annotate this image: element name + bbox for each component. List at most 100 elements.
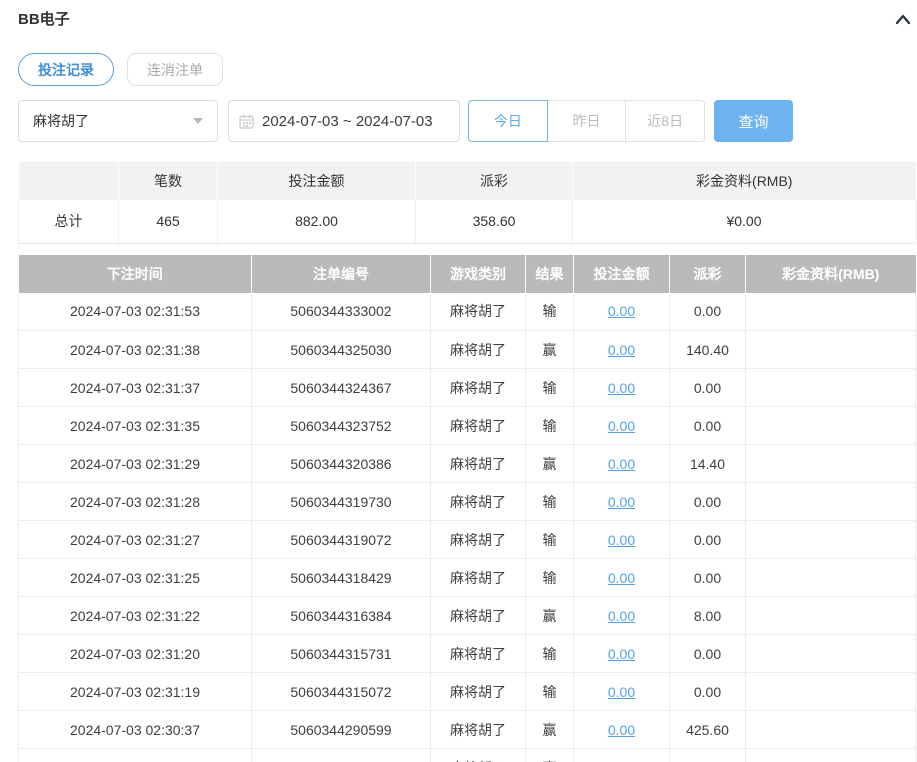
cell-payout: -0.50 — [669, 748, 746, 762]
cell-jackpot — [745, 520, 916, 559]
cell-jackpot — [745, 330, 916, 369]
cell-order-number: 5060344315731 — [251, 634, 431, 673]
cell-game-category: 麻将胡了 — [430, 482, 526, 521]
cell-bet-amount: 0.00 — [573, 330, 670, 369]
records-header-payout: 派彩 — [669, 254, 746, 293]
cell-payout: 0.00 — [669, 558, 746, 597]
cell-payout: 0.00 — [669, 520, 746, 559]
cell-bet-time: 2024-07-03 02:30:21 — [18, 748, 252, 762]
summary-header-row: 笔数 投注金额 派彩 彩金资料(RMB) — [18, 162, 916, 200]
bet-amount-link[interactable]: 0.00 — [608, 722, 635, 738]
summary-header-empty — [18, 162, 119, 200]
game-select-value: 麻将胡了 — [33, 113, 89, 129]
cell-jackpot — [745, 748, 916, 762]
table-row: 2024-07-03 02:30:21 5060344280634 麻将胡了 赢… — [18, 748, 916, 762]
cell-bet-amount: 0.00 — [573, 368, 670, 407]
summary-total-count: 465 — [118, 200, 218, 244]
search-button[interactable]: 查询 — [714, 100, 793, 142]
quick-range-yesterday[interactable]: 昨日 — [546, 100, 627, 142]
table-row: 2024-07-03 02:31:20 5060344315731 麻将胡了 输… — [18, 634, 916, 673]
cell-game-category: 麻将胡了 — [430, 444, 526, 483]
records-table: 下注时间 注单编号 游戏类别 结果 投注金额 派彩 彩金资料(RMB) 2024… — [18, 254, 916, 762]
cell-result: 输 — [525, 672, 574, 711]
cell-jackpot — [745, 368, 916, 407]
summary-total-label: 总计 — [18, 200, 119, 244]
cell-game-category: 麻将胡了 — [430, 596, 526, 635]
panel-header: BB电子 — [18, 8, 915, 29]
cell-game-category: 麻将胡了 — [430, 558, 526, 597]
cell-bet-time: 2024-07-03 02:31:35 — [18, 406, 252, 445]
tab-bet-records[interactable]: 投注记录 — [18, 53, 114, 86]
cell-payout: 425.60 — [669, 710, 746, 749]
bet-amount-link[interactable]: 0.00 — [608, 646, 635, 662]
cell-bet-time: 2024-07-03 02:31:20 — [18, 634, 252, 673]
cell-bet-amount: 0.00 — [573, 672, 670, 711]
cell-game-category: 麻将胡了 — [430, 748, 526, 762]
bet-amount-link[interactable]: 0.00 — [608, 494, 635, 510]
date-range-input[interactable]: 2024-07-03 ~ 2024-07-03 — [228, 100, 460, 142]
bet-amount-link[interactable]: 0.00 — [608, 608, 635, 624]
cell-bet-time: 2024-07-03 02:31:19 — [18, 672, 252, 711]
cell-payout: 0.00 — [669, 672, 746, 711]
cell-result: 赢 — [525, 596, 574, 635]
cell-game-category: 麻将胡了 — [430, 520, 526, 559]
game-select[interactable]: 麻将胡了 — [18, 100, 218, 142]
table-row: 2024-07-03 02:31:29 5060344320386 麻将胡了 赢… — [18, 444, 916, 483]
records-table-body: 2024-07-03 02:31:53 5060344333002 麻将胡了 输… — [18, 292, 916, 762]
cell-payout: 0.00 — [669, 634, 746, 673]
cell-game-category: 麻将胡了 — [430, 368, 526, 407]
bet-amount-link[interactable]: 0.00 — [608, 418, 635, 434]
summary-total-jackpot: ¥0.00 — [572, 200, 916, 244]
table-row: 2024-07-03 02:31:25 5060344318429 麻将胡了 输… — [18, 558, 916, 597]
bet-amount-link[interactable]: 0.00 — [608, 684, 635, 700]
records-header-time: 下注时间 — [18, 254, 252, 293]
cell-result: 赢 — [525, 748, 574, 762]
bet-records-panel: BB电子 投注记录 连消注单 麻将胡了 2024-07-03 ~ 2024-07… — [0, 0, 917, 762]
cell-order-number: 5060344324367 — [251, 368, 431, 407]
quick-range-group: 今日 昨日 近8日 — [468, 100, 706, 142]
table-row: 2024-07-03 02:31:19 5060344315072 麻将胡了 输… — [18, 672, 916, 711]
cell-result: 输 — [525, 482, 574, 521]
table-row: 2024-07-03 02:31:35 5060344323752 麻将胡了 输… — [18, 406, 916, 445]
cell-jackpot — [745, 292, 916, 331]
cell-payout: 0.00 — [669, 368, 746, 407]
cell-order-number: 5060344290599 — [251, 710, 431, 749]
bet-amount-link[interactable]: 0.00 — [608, 380, 635, 396]
cell-jackpot — [745, 444, 916, 483]
cell-result: 赢 — [525, 444, 574, 483]
quick-range-today[interactable]: 今日 — [468, 100, 548, 142]
records-header-game: 游戏类别 — [430, 254, 526, 293]
cell-bet-time: 2024-07-03 02:31:38 — [18, 330, 252, 369]
bet-amount-link[interactable]: 0.00 — [608, 570, 635, 586]
panel-title: BB电子 — [18, 11, 70, 28]
cell-payout: 14.40 — [669, 444, 746, 483]
cell-payout: 8.00 — [669, 596, 746, 635]
cell-game-category: 麻将胡了 — [430, 634, 526, 673]
cell-bet-amount: 0.00 — [573, 520, 670, 559]
cell-result: 输 — [525, 520, 574, 559]
tab-cancelled-orders[interactable]: 连消注单 — [127, 53, 223, 86]
cell-order-number: 5060344323752 — [251, 406, 431, 445]
bet-amount-link[interactable]: 0.00 — [608, 456, 635, 472]
table-row: 2024-07-03 02:31:27 5060344319072 麻将胡了 输… — [18, 520, 916, 559]
cell-payout: 0.00 — [669, 292, 746, 331]
bet-amount-link[interactable]: 0.00 — [608, 303, 635, 319]
bet-amount-link[interactable]: 0.00 — [608, 532, 635, 548]
cell-jackpot — [745, 596, 916, 635]
cell-bet-time: 2024-07-03 02:31:28 — [18, 482, 252, 521]
cell-bet-time: 2024-07-03 02:30:37 — [18, 710, 252, 749]
cell-result: 输 — [525, 558, 574, 597]
cell-game-category: 麻将胡了 — [430, 292, 526, 331]
bet-amount-link[interactable]: 0.00 — [608, 342, 635, 358]
cell-order-number: 5060344280634 — [251, 748, 431, 762]
cell-result: 输 — [525, 406, 574, 445]
quick-range-last8days[interactable]: 近8日 — [625, 100, 706, 142]
cell-game-category: 麻将胡了 — [430, 406, 526, 445]
summary-total-row: 总计 465 882.00 358.60 ¥0.00 — [18, 200, 916, 244]
collapse-panel-button[interactable] — [891, 9, 915, 29]
cell-bet-amount: 0.00 — [573, 406, 670, 445]
cell-payout: 0.00 — [669, 482, 746, 521]
caret-down-icon — [193, 118, 203, 124]
cell-jackpot — [745, 482, 916, 521]
cell-bet-amount: 0.00 — [573, 558, 670, 597]
